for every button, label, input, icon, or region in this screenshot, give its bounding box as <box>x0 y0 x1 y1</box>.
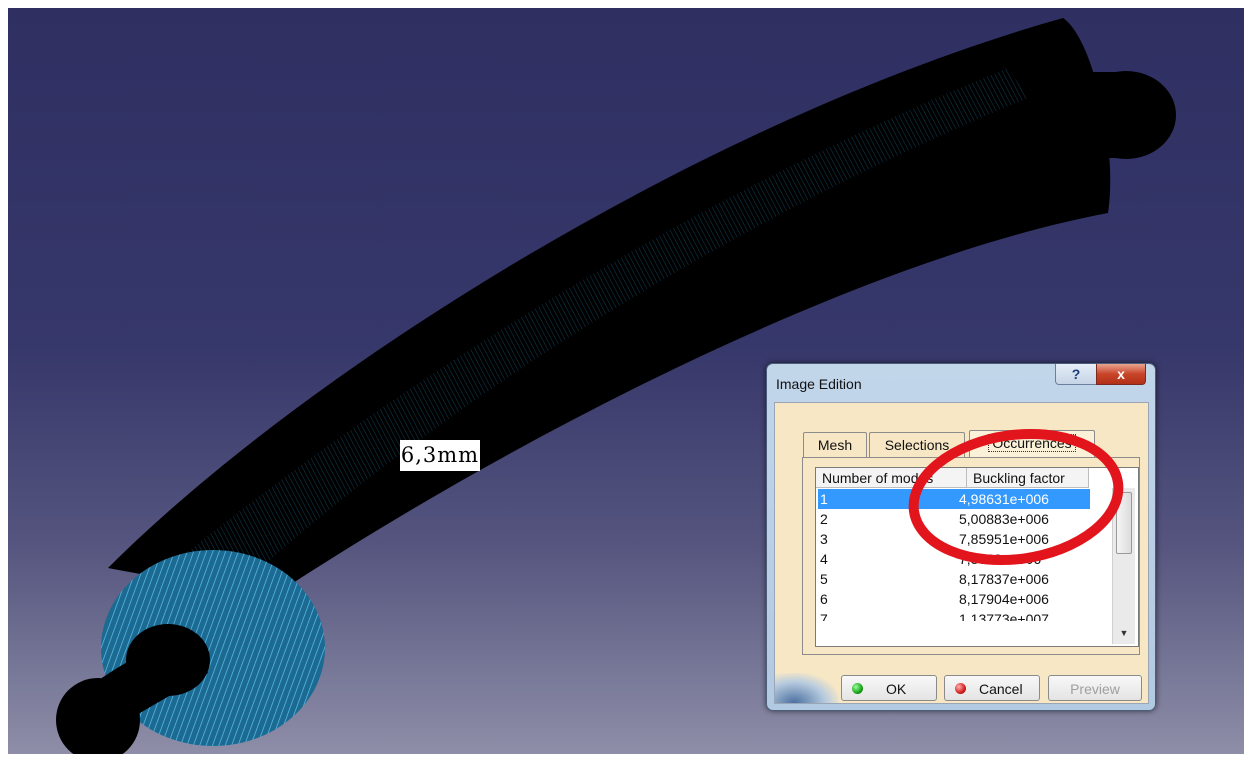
buckling-factor: 7,85951e+006 <box>959 531 1049 547</box>
mode-number: 5 <box>820 571 828 587</box>
scroll-down-icon[interactable]: ▼ <box>1117 628 1131 640</box>
ok-label: OK <box>886 681 907 697</box>
dialog-client-area: Mesh Selections Occurrences Number of mo… <box>774 402 1149 704</box>
buckling-factor: 1,13773e+007 <box>959 611 1049 621</box>
list-row[interactable]: 5 8,17837e+006 <box>818 569 1090 589</box>
buckling-factor: 8,17904e+006 <box>959 591 1049 607</box>
green-dot-icon <box>852 683 863 694</box>
scrollbar-thumb[interactable] <box>1116 492 1132 554</box>
column-header-buckling-factor[interactable]: Buckling factor <box>967 468 1089 488</box>
dialog-title: Image Edition <box>776 376 862 392</box>
cancel-button[interactable]: Cancel <box>944 675 1040 701</box>
ok-button[interactable]: OK <box>841 675 937 701</box>
dialog-button-bar: OK Cancel Preview <box>775 671 1148 703</box>
tab-occurrences-label: Occurrences <box>988 434 1076 452</box>
tab-mesh[interactable]: Mesh <box>803 432 867 458</box>
list-row[interactable]: 3 7,85951e+006 <box>818 529 1090 549</box>
buckling-factor: 8,17837e+006 <box>959 571 1049 587</box>
mode-number: 6 <box>820 591 828 607</box>
preview-button[interactable]: Preview <box>1048 675 1142 701</box>
cancel-label: Cancel <box>979 681 1023 697</box>
list-row[interactable]: 4 7,8663e+006 <box>818 549 1090 569</box>
red-dot-icon <box>955 683 966 694</box>
mode-number: 1 <box>820 491 828 507</box>
buckling-factor: 7,8663e+006 <box>959 551 1042 567</box>
dimension-label: 6,3mm <box>400 440 480 471</box>
mode-number: 2 <box>820 511 828 527</box>
buckling-factor: 4,98631e+006 <box>959 491 1049 507</box>
list-row[interactable]: 2 5,00883e+006 <box>818 509 1090 529</box>
occurrences-panel: Number of modes Buckling factor 1 4,9863… <box>802 457 1140 655</box>
mode-number: 7 <box>820 611 828 621</box>
list-row[interactable]: 6 8,17904e+006 <box>818 589 1090 609</box>
list-row[interactable]: 7 1,13773e+007 <box>818 609 1090 621</box>
list-row[interactable]: 1 4,98631e+006 <box>818 489 1090 509</box>
help-button[interactable]: ? <box>1055 364 1097 385</box>
close-button[interactable]: x <box>1096 364 1146 385</box>
tab-selections[interactable]: Selections <box>869 432 965 458</box>
column-header-modes[interactable]: Number of modes <box>816 468 967 488</box>
tab-occurrences[interactable]: Occurrences <box>969 430 1095 458</box>
list-scrollbar[interactable]: ▼ <box>1112 488 1135 644</box>
modes-list[interactable]: Number of modes Buckling factor 1 4,9863… <box>815 467 1139 647</box>
mode-number: 3 <box>820 531 828 547</box>
buckling-factor: 5,00883e+006 <box>959 511 1049 527</box>
mode-number: 4 <box>820 551 828 567</box>
image-edition-dialog[interactable]: Image Edition ? x Mesh Selections Occurr… <box>766 363 1156 711</box>
